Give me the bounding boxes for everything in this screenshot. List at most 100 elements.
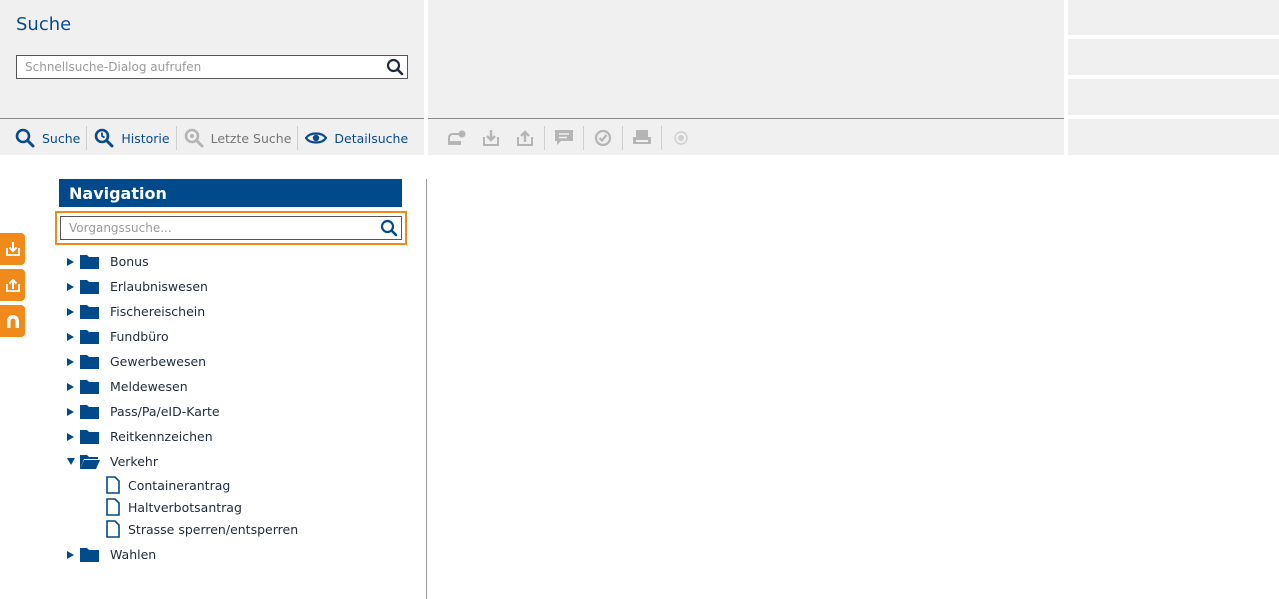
expand-arrow-icon[interactable] [62, 282, 80, 292]
folder-icon [80, 379, 100, 394]
record-icon [674, 131, 688, 145]
tree-node-label: Bonus [110, 254, 149, 269]
tree-leaf-containerantrag[interactable]: Containerantrag [106, 474, 402, 496]
detailsuche-button[interactable]: Detailsuche [298, 126, 414, 150]
verkehr-children: Containerantrag Haltverbotsantrag Strass… [62, 474, 402, 540]
side-tab-export[interactable] [0, 269, 25, 301]
expand-arrow-icon[interactable] [62, 550, 80, 560]
navigation-header: Navigation [59, 179, 402, 207]
tree-node-reitkennzeichen[interactable]: Reitkennzeichen [62, 424, 402, 449]
magnet-icon [6, 315, 19, 328]
folder-icon [80, 429, 100, 444]
expand-arrow-icon[interactable] [62, 332, 80, 342]
toolbar-separator [583, 126, 584, 150]
letzte-suche-label: Letzte Suche [210, 130, 292, 146]
side-tab-magnet[interactable] [0, 305, 25, 337]
search-icon[interactable] [386, 58, 404, 80]
tree-node-label: Reitkennzeichen [110, 429, 213, 444]
tree-node-wahlen[interactable]: Wahlen [62, 542, 402, 567]
upload-icon [517, 130, 533, 146]
folder-open-icon [80, 454, 100, 469]
tree-node-label: Erlaubniswesen [110, 279, 208, 294]
expand-arrow-icon[interactable] [62, 307, 80, 317]
folder-icon [80, 279, 100, 294]
vorgang-search-input[interactable] [61, 217, 373, 239]
folder-icon [80, 354, 100, 369]
historie-button[interactable]: Historie [87, 126, 175, 150]
suche-label: Suche [42, 130, 81, 146]
tree-node-pass[interactable]: Pass/Pa/eID-Karte [62, 399, 402, 424]
right-panel-block [1068, 0, 1279, 35]
tree-leaf-strasse-sperren[interactable]: Strasse sperren/entsperren [106, 518, 402, 540]
tree-node-label: Meldewesen [110, 379, 188, 394]
letzte-suche-button[interactable]: Letzte Suche [177, 126, 298, 150]
suche-button[interactable]: Suche [0, 126, 86, 150]
upload-icon [5, 278, 20, 292]
action-toolbar [440, 121, 698, 155]
expand-arrow-icon[interactable] [62, 407, 80, 417]
tree-leaf-label: Strasse sperren/entsperren [128, 521, 299, 537]
right-panel-block [1068, 39, 1279, 75]
toolbar-divider [0, 118, 424, 119]
approve-button[interactable] [586, 126, 620, 150]
toolbar-separator [661, 126, 662, 150]
tree-leaf-label: Haltverbotsantrag [128, 499, 242, 515]
tree-node-verkehr[interactable]: Verkehr [62, 449, 402, 474]
tree-node-gewerbewesen[interactable]: Gewerbewesen [62, 349, 402, 374]
add-record-button[interactable] [440, 126, 474, 150]
download-icon [5, 242, 20, 256]
check-circle-icon [594, 129, 612, 147]
document-icon [106, 520, 120, 538]
document-icon [106, 476, 120, 494]
vorgang-search-focus-ring [55, 211, 407, 245]
expand-arrow-icon[interactable] [62, 357, 80, 367]
side-tab-strip [0, 233, 25, 341]
tree-node-label: Pass/Pa/eID-Karte [110, 404, 220, 419]
quick-search-box[interactable] [16, 55, 408, 79]
expand-arrow-icon[interactable] [62, 382, 80, 392]
tree-node-fischereischein[interactable]: Fischereischein [62, 299, 402, 324]
print-button[interactable] [625, 126, 659, 150]
tree-node-label: Fischereischein [110, 304, 206, 319]
comment-button[interactable] [547, 126, 581, 150]
tree-node-erlaubniswesen[interactable]: Erlaubniswesen [62, 274, 402, 299]
detailsuche-label: Detailsuche [334, 130, 409, 146]
folder-icon [80, 547, 100, 562]
folder-icon [80, 254, 100, 269]
search-icon[interactable] [380, 219, 398, 241]
expand-arrow-icon[interactable] [62, 432, 80, 442]
record-button[interactable] [664, 126, 698, 150]
add-record-icon [448, 130, 466, 145]
toolbar-separator [622, 126, 623, 150]
history-search-icon [95, 128, 114, 148]
export-button[interactable] [508, 126, 542, 150]
side-tab-import[interactable] [0, 233, 25, 265]
tree-node-label: Wahlen [110, 547, 157, 562]
vorgang-search-box[interactable] [60, 216, 402, 240]
toolbar-divider [428, 118, 1064, 119]
panel-divider [426, 179, 427, 599]
download-icon [483, 130, 499, 146]
collapse-arrow-icon[interactable] [62, 457, 80, 466]
tree-node-label: Gewerbewesen [110, 354, 207, 369]
magnifier-icon [15, 128, 35, 148]
search-title: Suche [16, 14, 72, 35]
tree-node-fundbuero[interactable]: Fundbüro [62, 324, 402, 349]
search-toolbar: Suche Historie Letzte Suche Detailsuche [0, 121, 414, 155]
tree-node-bonus[interactable]: Bonus [62, 249, 402, 274]
expand-arrow-icon[interactable] [62, 257, 80, 267]
toolbar-separator [544, 126, 545, 150]
tree-node-label: Fundbüro [110, 329, 169, 344]
quick-search-input[interactable] [17, 56, 377, 78]
comment-icon [555, 130, 573, 145]
import-button[interactable] [474, 126, 508, 150]
tree-leaf-label: Containerantrag [128, 477, 231, 493]
navigation-tree: Bonus Erlaubniswesen Fischereischein Fun… [62, 249, 402, 567]
tree-node-label: Verkehr [110, 454, 158, 469]
folder-icon [80, 404, 100, 419]
tree-node-meldewesen[interactable]: Meldewesen [62, 374, 402, 399]
print-icon [633, 130, 651, 144]
eye-icon [305, 132, 328, 144]
tree-leaf-haltverbotsantrag[interactable]: Haltverbotsantrag [106, 496, 402, 518]
folder-icon [80, 304, 100, 319]
